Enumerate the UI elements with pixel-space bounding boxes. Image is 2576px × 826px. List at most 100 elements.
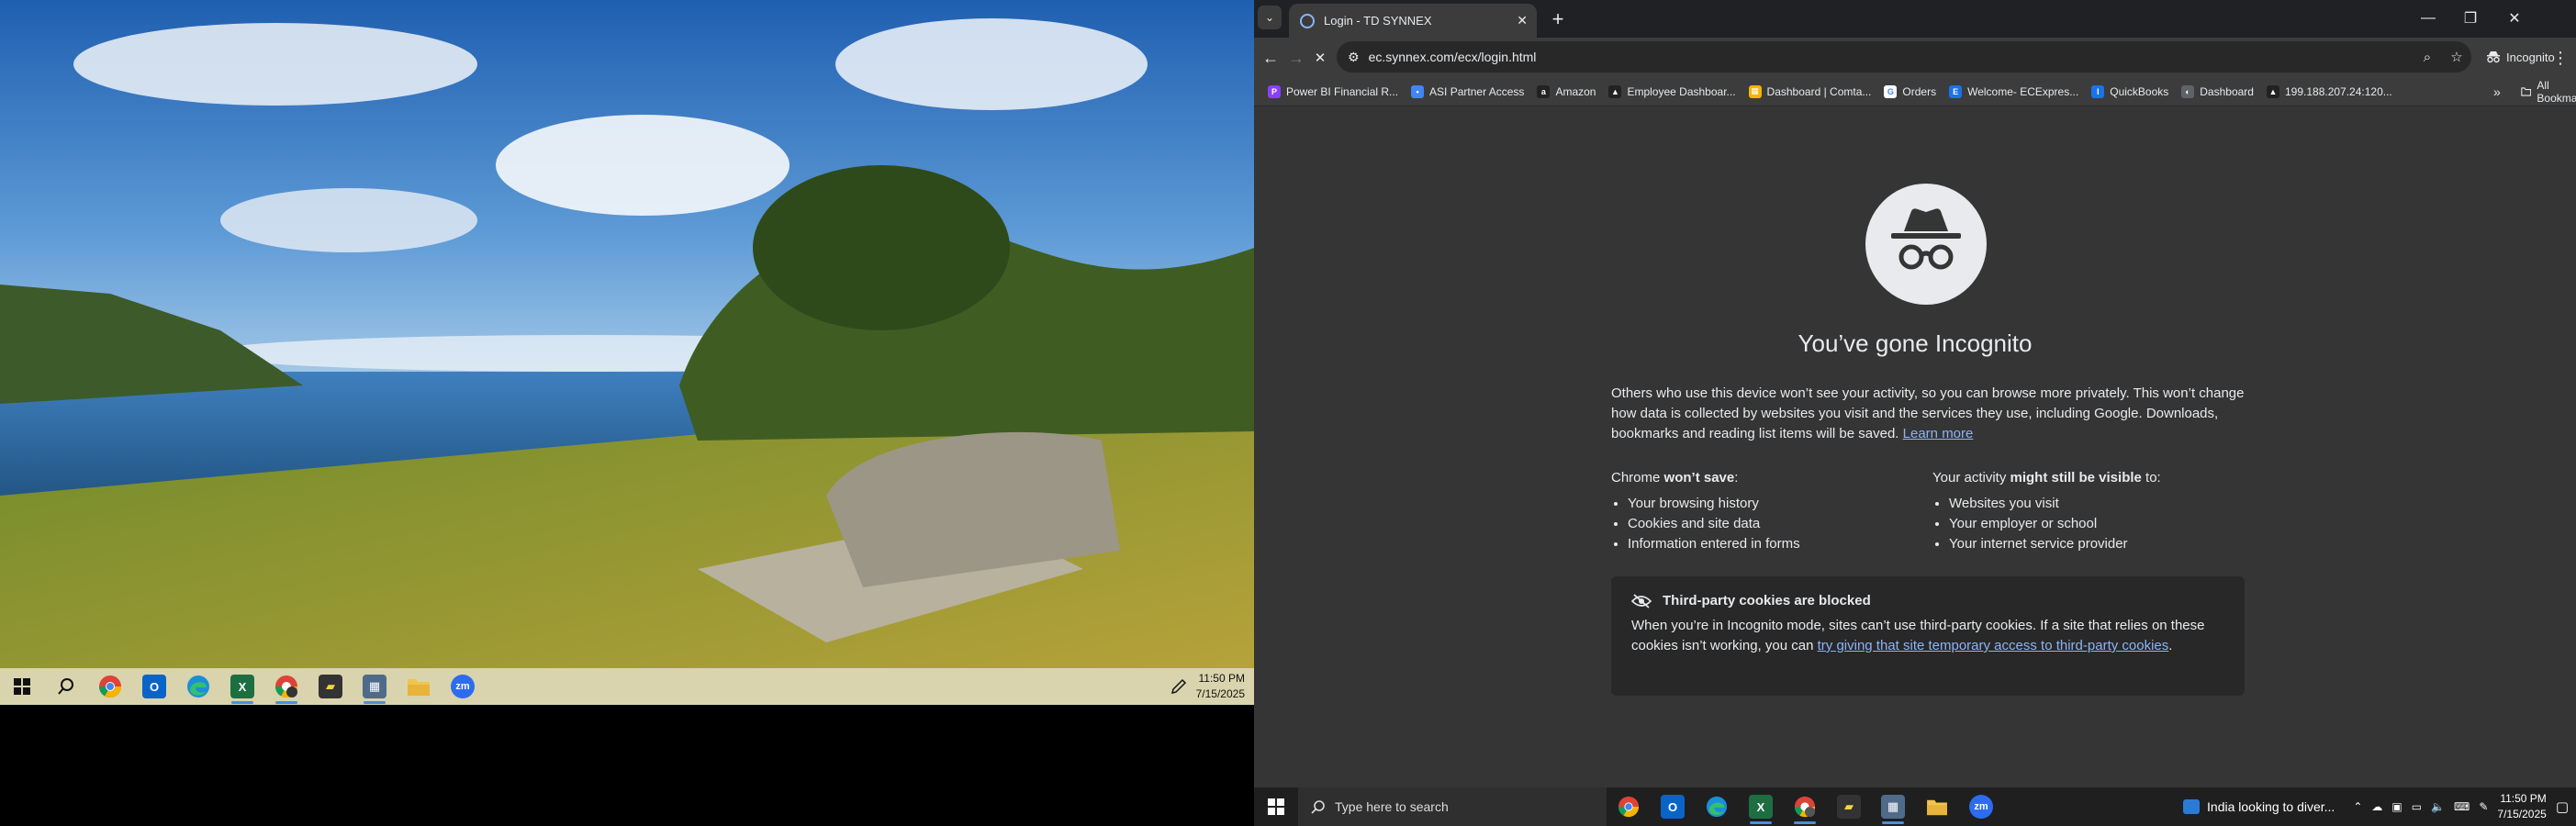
right-system-tray: India looking to diver... ⌃ ☁ ▣ ▭ 🔈 ⌨ ✎ …	[2183, 787, 2576, 826]
bookmark-star-icon[interactable]: ☆	[2442, 49, 2471, 65]
camera-icon[interactable]: ▣	[2391, 800, 2402, 813]
bookmark-item[interactable]: I QuickBooks	[2085, 80, 2175, 104]
bookmark-label: Orders	[1902, 84, 1937, 98]
taskbar-search-box[interactable]: Type here to search	[1298, 787, 1607, 826]
pen-icon[interactable]	[1170, 678, 1187, 695]
left-system-tray: 11:50 PM 7/15/2025	[1170, 668, 1254, 705]
start-button[interactable]	[1254, 787, 1298, 826]
bookmark-item[interactable]: E Welcome- ECExpres...	[1943, 80, 2085, 104]
forward-button[interactable]: →	[1283, 45, 1309, 71]
taskbar-calculator[interactable]: ▦	[1871, 788, 1915, 825]
close-window-button[interactable]: ✕	[2493, 0, 2536, 37]
left-clock-time: 11:50 PM	[1198, 672, 1245, 685]
bookmark-favicon-icon: •	[1411, 84, 1425, 98]
more-bookmarks-button[interactable]: »	[2493, 77, 2501, 106]
forward-arrow-icon: →	[1288, 48, 1305, 67]
stop-loading-button[interactable]: ✕	[1307, 45, 1333, 71]
list-item: Websites you visit	[1949, 494, 2245, 514]
tab-search-button[interactable]: ⌄	[1258, 6, 1282, 29]
taskbar-file-explorer[interactable]	[397, 668, 441, 705]
tab-active[interactable]: Login - TD SYNNEX ✕	[1289, 4, 1537, 38]
bookmark-item[interactable]: ▲ 199.188.207.24:120...	[2260, 80, 2399, 104]
bookmark-item[interactable]: • ASI Partner Access	[1405, 80, 1530, 104]
bookmark-item[interactable]: ▦ Dashboard | Comta...	[1742, 80, 1878, 104]
chrome-menu-button[interactable]: ⋮	[2548, 45, 2572, 71]
taskbar-file-explorer[interactable]	[1915, 788, 1959, 825]
cookie-access-link[interactable]: try giving that site temporary access to…	[1818, 638, 2169, 653]
all-bookmarks-button[interactable]: All Bookmarks	[2517, 77, 2576, 106]
bookmark-label: Power BI Financial R...	[1286, 84, 1399, 98]
notifications-icon[interactable]: ▢	[2556, 798, 2569, 815]
bookmark-label: QuickBooks	[2110, 84, 2169, 98]
bookmark-item[interactable]: ▲ Employee Dashboar...	[1602, 80, 1742, 104]
battery-icon[interactable]: ▭	[2412, 800, 2422, 813]
incognito-icon	[1891, 208, 1961, 270]
close-icon: ✕	[2508, 11, 2521, 27]
taskbar-outlook[interactable]: O	[1651, 788, 1695, 825]
chrome-incognito-icon	[275, 675, 297, 698]
taskbar-chrome[interactable]	[88, 668, 132, 705]
heading-bold: won’t save	[1663, 470, 1735, 486]
cookie-card-header: Third-party cookies are blocked	[1631, 593, 2224, 608]
taskbar-chrome-incognito[interactable]	[1783, 788, 1827, 825]
language-icon[interactable]: ⌨	[2454, 800, 2470, 813]
restore-button[interactable]: ❐	[2449, 0, 2492, 37]
taskbar-outlook[interactable]: O	[132, 668, 176, 705]
tab-close-icon[interactable]: ✕	[1517, 13, 1528, 28]
bookmark-label: Welcome- ECExpres...	[1967, 84, 2079, 98]
bookmark-item[interactable]: a Amazon	[1530, 80, 1602, 104]
taskbar-sticky-notes[interactable]: ▰	[1827, 788, 1871, 825]
pen-icon[interactable]: ✎	[2479, 800, 2488, 813]
still-visible-heading: Your activity might still be visible to:	[1932, 468, 2245, 488]
calculator-icon: ▦	[363, 675, 386, 698]
minimize-button[interactable]: —	[2407, 0, 2449, 37]
taskbar-excel[interactable]: X	[220, 668, 264, 705]
heading-suffix: to:	[2141, 470, 2161, 486]
back-button[interactable]: ←	[1258, 45, 1283, 71]
double-chevron-right-icon: »	[2493, 84, 2501, 99]
wont-save-column: Chrome won’t save: Your browsing history…	[1611, 468, 1923, 554]
bookmark-favicon-icon: ▲	[1608, 84, 1622, 98]
minimize-icon: —	[2421, 10, 2436, 26]
heading-suffix: :	[1734, 470, 1739, 486]
taskbar-chrome[interactable]	[1607, 788, 1651, 825]
news-widget[interactable]: India looking to diver...	[2183, 799, 2335, 814]
taskbar-excel[interactable]: X	[1739, 788, 1783, 825]
search-button[interactable]	[44, 668, 88, 705]
list-item: Cookies and site data	[1628, 514, 1923, 534]
start-button[interactable]	[0, 668, 44, 705]
desktop-wallpaper	[0, 0, 1254, 668]
wallpaper-image	[0, 0, 1254, 668]
learn-more-link[interactable]: Learn more	[1903, 426, 1974, 441]
wont-save-heading: Chrome won’t save:	[1611, 468, 1923, 488]
bookmark-item[interactable]: P Power BI Financial R...	[1261, 80, 1405, 104]
taskbar-zoom[interactable]: zm	[1959, 788, 2003, 825]
network-icon[interactable]: ☁	[2371, 800, 2382, 813]
taskbar-edge[interactable]	[176, 668, 220, 705]
new-tab-button[interactable]: +	[1546, 7, 1570, 31]
bookmark-item[interactable]: G Orders	[1877, 80, 1943, 104]
volume-icon[interactable]: 🔈	[2431, 800, 2445, 813]
site-info-icon[interactable]: ⚙	[1348, 50, 1360, 65]
right-clock[interactable]: 11:50 PM 7/15/2025	[2497, 791, 2546, 822]
taskbar-calculator[interactable]: ▦	[353, 668, 397, 705]
taskbar-chrome-incognito[interactable]	[264, 668, 308, 705]
right-taskbar: Type here to search O X ▰ ▦ zm India loo…	[1254, 787, 2576, 826]
sticky-notes-icon: ▰	[319, 675, 342, 698]
left-taskbar: O X ▰ ▦ zm 11:50 PM 7/15/2025	[0, 668, 1254, 705]
left-clock[interactable]: 11:50 PM 7/15/2025	[1196, 671, 1249, 702]
taskbar-sticky-notes[interactable]: ▰	[308, 668, 353, 705]
chevron-down-icon: ⌄	[1264, 11, 1275, 24]
edge-icon	[1706, 796, 1728, 818]
taskbar-edge[interactable]	[1695, 788, 1739, 825]
address-bar[interactable]: ⚙ ec.synnex.com/ecx/login.html ⌕ ☆	[1337, 41, 2471, 73]
outlook-icon: O	[1661, 795, 1685, 819]
chevron-up-icon[interactable]: ⌃	[2353, 800, 2362, 813]
bookmark-item[interactable]: ◐ Dashboard	[2175, 80, 2260, 104]
bookmark-favicon-icon: ◐	[2181, 84, 2195, 98]
bookmark-favicon-icon: P	[1268, 84, 1281, 98]
taskbar-zoom[interactable]: zm	[441, 668, 485, 705]
chrome-icon	[99, 675, 121, 698]
zoom-magnifier-icon[interactable]: ⌕	[2413, 50, 2442, 65]
browser-toolbar: ← → ✕ ⚙ ec.synnex.com/ecx/login.html ⌕ ☆…	[1254, 38, 2576, 77]
